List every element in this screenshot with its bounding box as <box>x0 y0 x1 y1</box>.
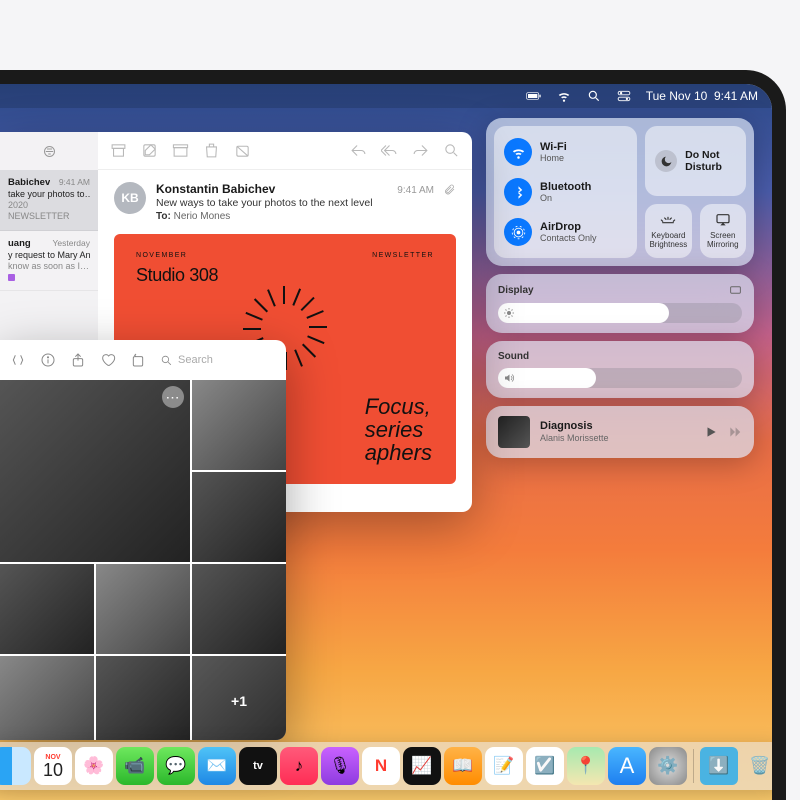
info-icon[interactable] <box>40 352 56 368</box>
dnd-toggle[interactable]: Do Not Disturb <box>645 126 746 196</box>
photo-thumbnail[interactable] <box>192 564 286 654</box>
photo-thumbnail[interactable] <box>192 472 286 562</box>
keyboard-brightness-icon <box>660 212 676 228</box>
wifi-icon[interactable] <box>556 89 572 103</box>
dock: NOV10 🌸 📹 💬 ✉️ tv ♪ 🎙 N 📈 📖 📝 ☑️ 📍 A ⚙️ … <box>0 742 772 790</box>
next-icon[interactable] <box>728 425 742 439</box>
sound-panel: Sound <box>486 341 754 398</box>
flag-icon <box>8 274 15 281</box>
dock-app-reminders[interactable]: ☑️ <box>526 747 564 785</box>
screen-mirroring-icon <box>715 212 731 228</box>
dock-app-calendar[interactable]: NOV10 <box>34 747 72 785</box>
control-center-icon[interactable] <box>616 89 632 103</box>
dock-app-mail[interactable]: ✉️ <box>198 747 236 785</box>
screen-mirroring-button[interactable]: Screen Mirroring <box>700 204 746 258</box>
dock-app-news[interactable]: N <box>362 747 400 785</box>
album-art <box>498 416 530 448</box>
sound-slider[interactable] <box>498 368 742 388</box>
dock-app-music[interactable]: ♪ <box>280 747 318 785</box>
dock-app-messages[interactable]: 💬 <box>157 747 195 785</box>
rotate-icon[interactable] <box>130 352 146 368</box>
sender-avatar: KB <box>114 182 146 214</box>
dock-app-podcasts[interactable]: 🎙 <box>321 747 359 785</box>
photo-thumbnail[interactable] <box>96 656 190 740</box>
keyboard-brightness-button[interactable]: Keyboard Brightness <box>645 204 691 258</box>
attachment-icon[interactable] <box>444 184 456 196</box>
display-slider[interactable] <box>498 303 742 323</box>
now-playing[interactable]: DiagnosisAlanis Morissette <box>486 406 754 458</box>
more-icon[interactable]: ⋯ <box>162 386 184 408</box>
sun-icon <box>503 307 515 319</box>
photos-window: Search ⋯ +1 ⋯ <box>0 340 286 740</box>
message-item[interactable]: Babichev9:41 AM take your photos to… 202… <box>0 170 98 231</box>
play-icon[interactable] <box>704 425 718 439</box>
favorite-icon[interactable] <box>100 352 116 368</box>
dock-app-photos[interactable]: 🌸 <box>75 747 113 785</box>
dock-downloads[interactable]: ⬇️ <box>700 747 738 785</box>
share-icon[interactable] <box>70 352 86 368</box>
battery-icon[interactable] <box>526 89 542 103</box>
laptop-frame: Tue Nov 10 9:41 AM Wi-FiHome BluetoothOn… <box>0 70 786 800</box>
photo-thumbnail[interactable] <box>0 564 94 654</box>
dock-app-stocks[interactable]: 📈 <box>403 747 441 785</box>
dock-app-appstore[interactable]: A <box>608 747 646 785</box>
reply-all-icon[interactable] <box>381 142 398 159</box>
dock-app-finder[interactable] <box>0 747 31 785</box>
compose-icon[interactable] <box>141 142 158 159</box>
more-photos-badge[interactable]: +1 <box>192 656 286 740</box>
photos-search[interactable]: Search <box>160 354 276 367</box>
dock-app-notes[interactable]: 📝 <box>485 747 523 785</box>
airdrop-icon <box>504 218 532 246</box>
photo-thumbnail[interactable]: ⋯ <box>0 380 190 562</box>
mail-toolbar <box>98 132 472 170</box>
dock-app-books[interactable]: 📖 <box>444 747 482 785</box>
junk-icon[interactable] <box>234 142 251 159</box>
moon-icon <box>655 150 677 172</box>
mail-header: KB Konstantin Babichev 9:41 AM New ways t… <box>98 170 472 234</box>
bluetooth-icon <box>504 178 532 206</box>
menubar: Tue Nov 10 9:41 AM <box>0 84 772 108</box>
photo-thumbnail[interactable] <box>192 380 286 470</box>
dock-app-settings[interactable]: ⚙️ <box>649 747 687 785</box>
mail-time: 9:41 AM <box>397 185 434 196</box>
desktop: Tue Nov 10 9:41 AM Wi-FiHome BluetoothOn… <box>0 84 772 800</box>
forward-icon[interactable] <box>412 142 429 159</box>
mail-recipient: To: Nerio Mones <box>156 211 434 222</box>
photo-thumbnail[interactable] <box>0 656 94 740</box>
airdrop-toggle[interactable]: AirDropContacts Only <box>500 216 631 248</box>
photo-thumbnail[interactable] <box>96 564 190 654</box>
reply-icon[interactable] <box>350 142 367 159</box>
mail-subject: New ways to take your photos to the next… <box>156 197 434 209</box>
dock-trash[interactable]: 🗑️ <box>741 747 779 785</box>
search-icon[interactable] <box>443 142 460 159</box>
photos-toolbar: Search <box>0 340 286 380</box>
message-item[interactable]: uangYesterday y request to Mary Ann know… <box>0 231 98 291</box>
spotlight-icon[interactable] <box>586 89 602 103</box>
dock-app-maps[interactable]: 📍 <box>567 747 605 785</box>
sender-name: Konstantin Babichev <box>156 182 275 196</box>
trash-icon[interactable] <box>203 142 220 159</box>
dock-separator <box>693 749 694 783</box>
archive-icon[interactable] <box>110 142 127 159</box>
wifi-toggle[interactable]: Wi-FiHome <box>500 136 631 168</box>
display-expand-icon[interactable] <box>729 284 742 297</box>
bluetooth-toggle[interactable]: BluetoothOn <box>500 176 631 208</box>
resize-icon[interactable] <box>10 352 26 368</box>
filter-icon[interactable] <box>42 144 57 159</box>
dock-app-tv[interactable]: tv <box>239 747 277 785</box>
control-center: Wi-FiHome BluetoothOn AirDropContacts On… <box>486 118 754 458</box>
display-panel: Display <box>486 274 754 333</box>
menubar-datetime[interactable]: Tue Nov 10 9:41 AM <box>646 89 758 103</box>
wifi-icon <box>504 138 532 166</box>
photo-thumbnail[interactable]: +1 <box>192 656 286 740</box>
dock-app-facetime[interactable]: 📹 <box>116 747 154 785</box>
speaker-icon <box>503 372 515 384</box>
photos-grid: ⋯ +1 ⋯ <box>0 380 286 740</box>
archive-box-icon[interactable] <box>172 142 189 159</box>
